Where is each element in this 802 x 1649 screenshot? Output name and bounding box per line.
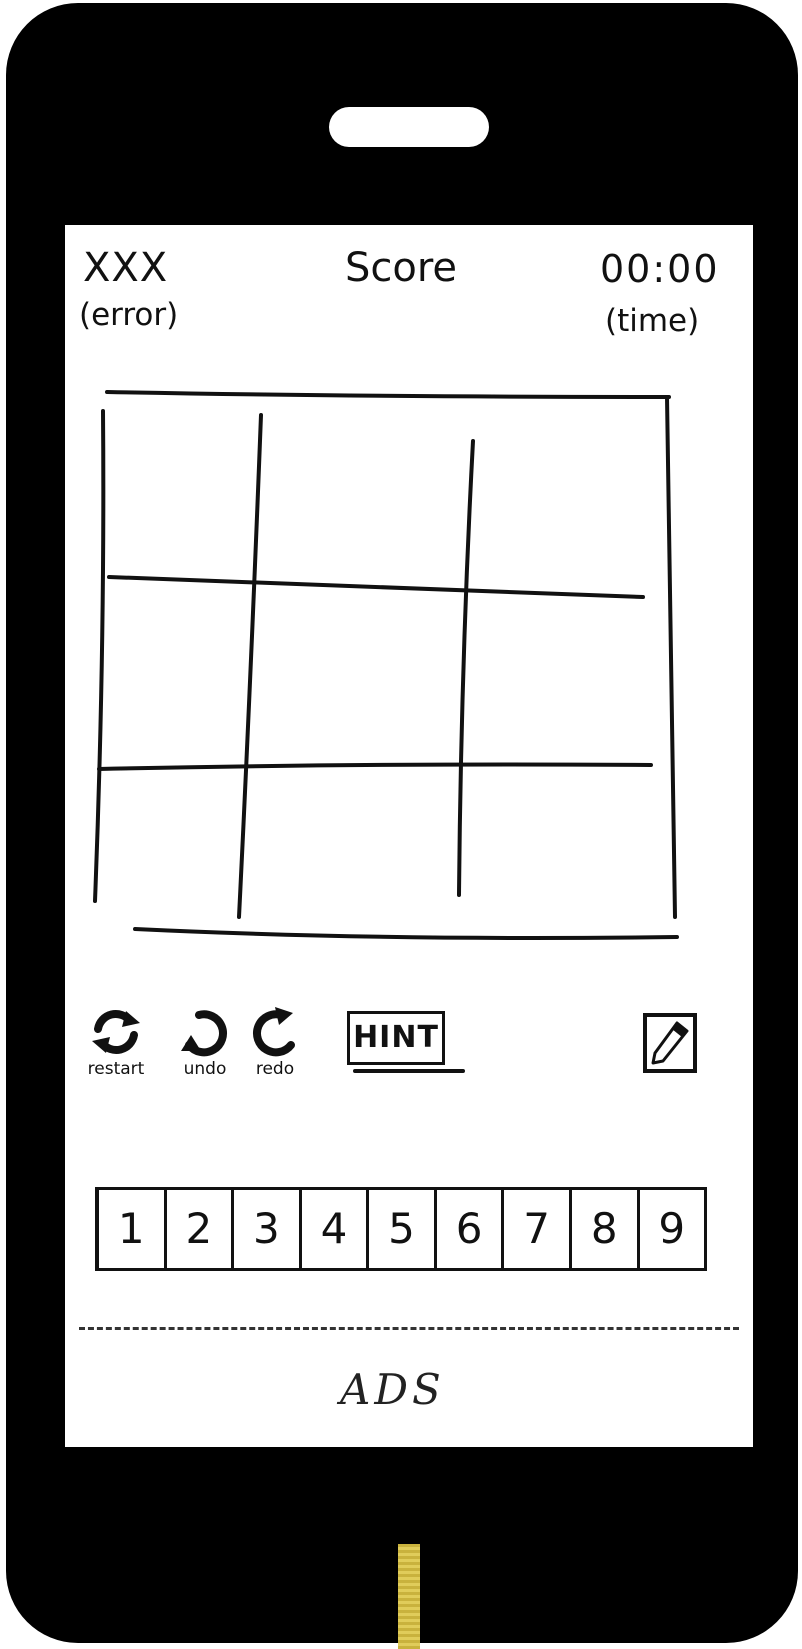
timer-value: 00:00 [600, 247, 720, 291]
speaker-slot [329, 107, 489, 147]
number-pad: 1 2 3 4 5 6 7 8 9 [95, 1187, 708, 1271]
number-key-7[interactable]: 7 [504, 1190, 572, 1268]
undo-icon [181, 1010, 227, 1057]
board-cell[interactable] [245, 771, 457, 921]
board-cell[interactable] [103, 585, 243, 765]
timer-label: (time) [605, 303, 700, 339]
board-cell[interactable] [261, 405, 461, 581]
restart-label: restart [87, 1059, 145, 1079]
number-key-8[interactable]: 8 [572, 1190, 640, 1268]
errors-label: (error) [79, 297, 179, 333]
redo-label: redo [255, 1059, 295, 1079]
board-cell[interactable] [107, 405, 247, 577]
restart-icon [92, 1010, 140, 1054]
undo-label: undo [183, 1059, 227, 1079]
home-button[interactable] [398, 1544, 420, 1649]
board-cell[interactable] [251, 587, 461, 763]
redo-icon [253, 1007, 295, 1057]
number-key-9[interactable]: 9 [640, 1190, 708, 1268]
pencil-icon [651, 1021, 689, 1065]
app-screen: XXX (error) Score 00:00 (time) restart u… [65, 225, 753, 1447]
hint-underline [353, 1069, 465, 1073]
restart-button[interactable]: restart [81, 1005, 151, 1079]
score-label: Score [345, 245, 458, 291]
phone-frame: XXX (error) Score 00:00 (time) restart u… [6, 3, 798, 1649]
errors-count: XXX [83, 245, 169, 291]
number-key-1[interactable]: 1 [99, 1190, 167, 1268]
board-border-top [105, 390, 671, 399]
board-cell[interactable] [465, 771, 667, 921]
number-key-4[interactable]: 4 [302, 1190, 370, 1268]
board-cell[interactable] [465, 595, 661, 761]
board-border-bottom [133, 927, 679, 940]
board-border-right [665, 395, 677, 919]
number-key-5[interactable]: 5 [369, 1190, 437, 1268]
ads-divider [79, 1327, 739, 1330]
board-cell[interactable] [473, 405, 663, 591]
number-key-3[interactable]: 3 [234, 1190, 302, 1268]
number-key-6[interactable]: 6 [437, 1190, 505, 1268]
undo-button[interactable]: undo [175, 1005, 235, 1079]
board-cell[interactable] [99, 773, 239, 923]
number-key-2[interactable]: 2 [167, 1190, 235, 1268]
ads-banner[interactable]: ADS [340, 1365, 445, 1414]
hint-button[interactable]: HINT [347, 1011, 445, 1065]
redo-button[interactable]: redo [245, 1005, 305, 1079]
pencil-mode-button[interactable] [643, 1013, 697, 1073]
